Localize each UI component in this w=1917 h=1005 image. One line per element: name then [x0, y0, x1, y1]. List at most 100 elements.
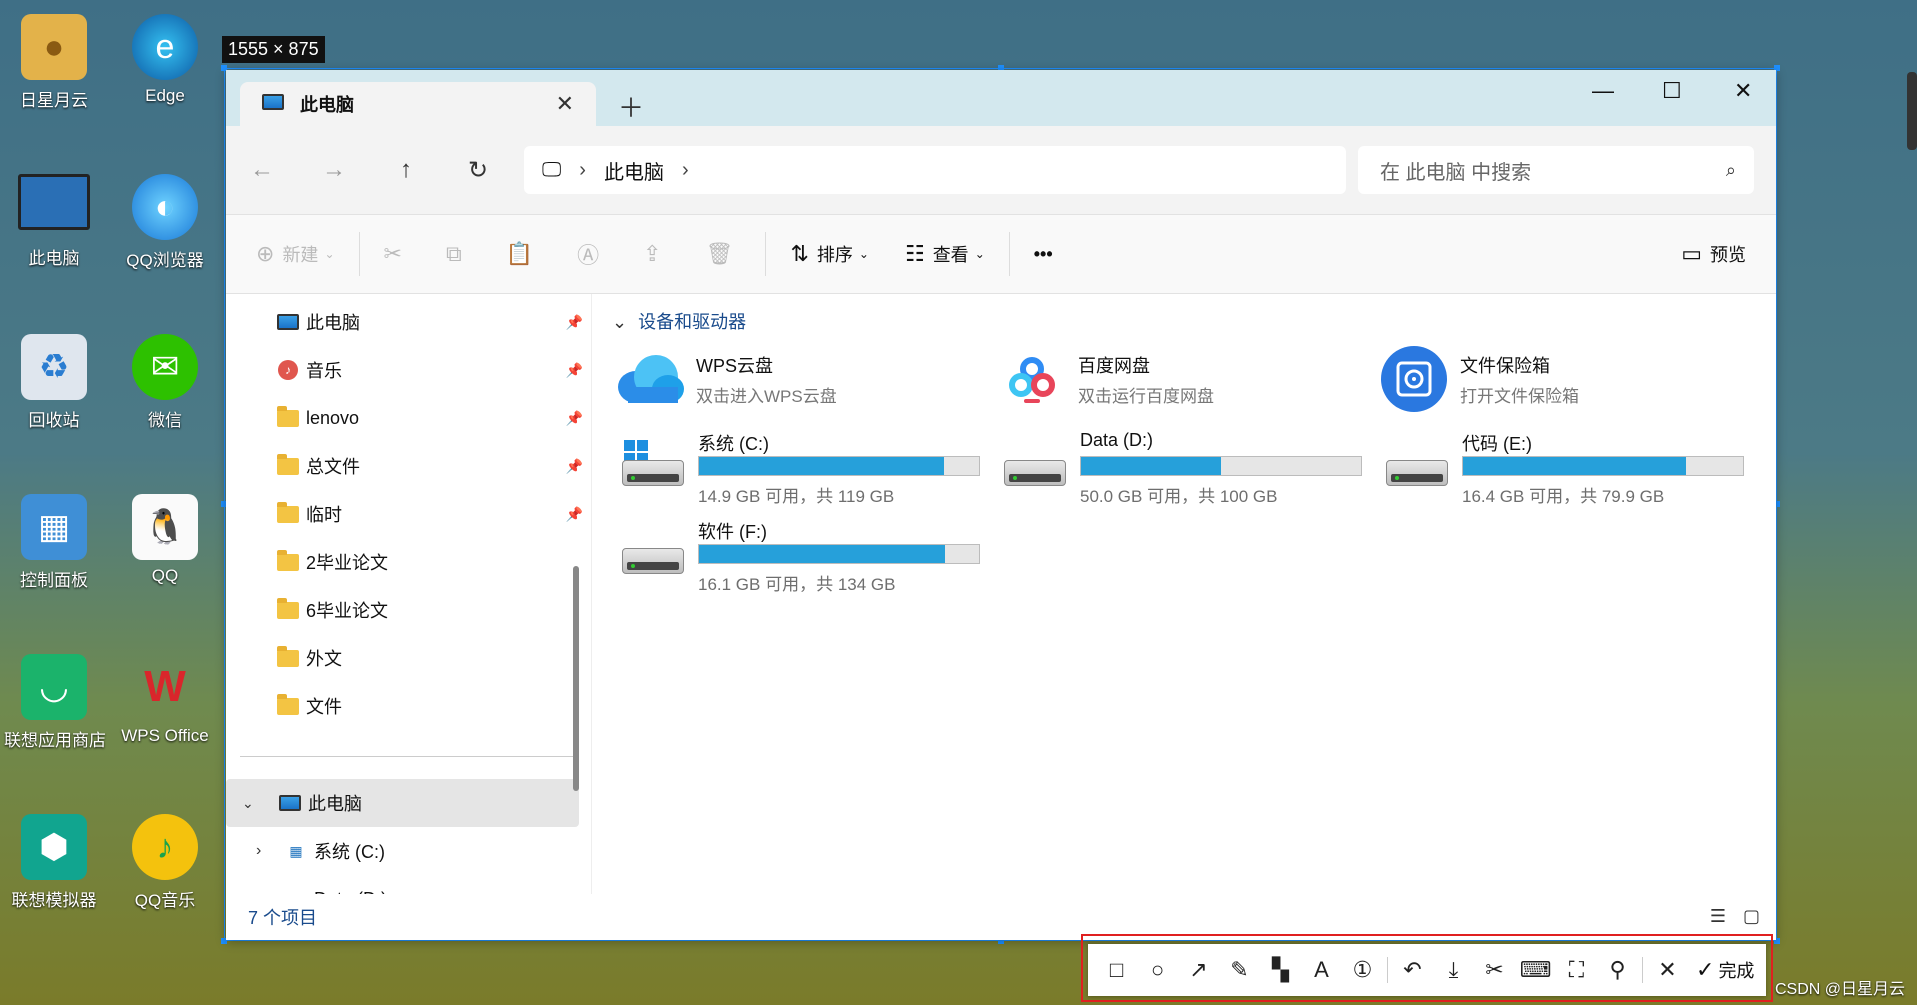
navigation-pane: 此电脑 📌 ♪ 音乐 📌 lenovo 📌 总文件 📌 临时 📌 2毕业论文 6… [226, 294, 591, 909]
baidu-netdisk-icon [994, 344, 1070, 414]
copy-icon: ⧉ [445, 241, 462, 266]
mosaic-icon[interactable]: ▚ [1260, 957, 1301, 983]
close-tab-icon[interactable]: ✕ [556, 91, 574, 117]
share-button[interactable]: ⇪ [625, 241, 687, 267]
preview-pane-button[interactable]: ▭ 预览 [1663, 241, 1776, 267]
rectangle-icon[interactable]: □ [1096, 957, 1137, 983]
minimize-icon[interactable]: — [1592, 78, 1614, 104]
nav-item-lenovo[interactable]: lenovo 📌 [226, 394, 591, 442]
drive-icon [622, 534, 686, 578]
toolbar-divider [358, 232, 360, 276]
desktop-icon-edge[interactable]: e Edge [115, 14, 215, 106]
drive-tile-c[interactable]: 系统 (C:) 14.9 GB 可用，共 119 GB [612, 430, 992, 506]
nav-item-this-pc[interactable]: 此电脑 📌 [226, 298, 591, 346]
pin-icon[interactable]: ⚲ [1597, 957, 1638, 983]
content-area: 此电脑 📌 ♪ 音乐 📌 lenovo 📌 总文件 📌 临时 📌 2毕业论文 6… [226, 294, 1776, 940]
forward-icon[interactable]: → [298, 156, 370, 184]
download-icon[interactable]: ⤓ [1433, 957, 1474, 983]
more-options-button[interactable]: ••• [1016, 244, 1071, 265]
tiles-view-icon[interactable]: ▢ [1743, 906, 1760, 926]
nav-scrollbar[interactable] [571, 294, 581, 894]
details-view-icon[interactable]: ☰ [1710, 906, 1726, 926]
cut-button[interactable]: ✂ [366, 241, 428, 267]
close-window-icon[interactable]: ✕ [1734, 78, 1752, 104]
number-marker-icon[interactable]: ① [1342, 957, 1383, 983]
chevron-right-icon[interactable]: › [579, 159, 586, 182]
paste-button[interactable]: 📋 [488, 241, 559, 267]
desktop-icon-wechat[interactable]: ✉ 微信 [115, 334, 215, 431]
section-header[interactable]: ⌄ 设备和驱动器 [612, 308, 746, 334]
drive-tile-d[interactable]: Data (D:) 50.0 GB 可用，共 100 GB [994, 430, 1374, 506]
copy-button[interactable]: ⧉ [428, 241, 488, 267]
translate-icon[interactable]: ⌨ [1515, 957, 1556, 983]
new-button-label: 新建 [282, 245, 319, 265]
app-desc: 打开文件保险箱 [1460, 386, 1579, 406]
trash-icon: 🗑 [705, 241, 734, 266]
desktop-icon-computer[interactable]: 此电脑 [4, 174, 104, 269]
preview-pane-icon: ▭ [1681, 241, 1702, 266]
wechat-icon: ✉ [132, 334, 198, 400]
nav-tree-drive-c[interactable]: › ▦ 系统 (C:) [226, 827, 591, 875]
toolbar-divider [1642, 957, 1643, 983]
desktop-icon-qq-browser[interactable]: ◐ QQ浏览器 [115, 174, 215, 271]
desktop-icon-control-panel[interactable]: ▦ 控制面板 [4, 494, 104, 591]
nav-item-thesis-2[interactable]: 2毕业论文 [226, 538, 591, 586]
scissors-icon[interactable]: ✂ [1474, 957, 1515, 983]
delete-button[interactable]: 🗑 [688, 241, 760, 267]
app-name: 文件保险箱 [1460, 355, 1550, 376]
drive-name: 系统 (C:) [698, 434, 769, 454]
desktop-icon-lenovo-store[interactable]: ◡ 联想应用商店 [4, 654, 106, 751]
desktop-icon-wps[interactable]: W WPS Office [115, 654, 215, 746]
scan-icon[interactable]: ⛶ [1556, 957, 1597, 983]
nav-item-all-files[interactable]: 总文件 📌 [226, 442, 591, 490]
breadcrumb[interactable]: 🖵 › 此电脑 › [524, 146, 1346, 194]
new-tab-icon[interactable]: ＋ [618, 88, 644, 125]
arrow-icon[interactable]: ↗ [1178, 957, 1219, 983]
drive-usage-bar [1462, 456, 1744, 476]
desktop-icon-lenovo-emulator[interactable]: ⬢ 联想模拟器 [4, 814, 104, 911]
text-icon[interactable]: A [1301, 957, 1342, 983]
desktop-icon-recycle-bin[interactable]: ♻ 回收站 [4, 334, 104, 431]
chevron-down-icon: ⌄ [324, 247, 335, 261]
folder-icon [276, 501, 300, 526]
scroll-thumb[interactable] [573, 566, 579, 791]
chevron-right-icon[interactable]: › [256, 842, 280, 860]
ellipse-icon[interactable]: ○ [1137, 957, 1178, 983]
refresh-icon[interactable]: ↻ [442, 156, 514, 185]
maximize-icon[interactable]: ☐ [1662, 78, 1682, 104]
nav-item-thesis-6[interactable]: 6毕业论文 [226, 586, 591, 634]
app-tile-wps-cloud[interactable]: WPS云盘 双击进入WPS云盘 [612, 342, 992, 416]
done-button[interactable]: ✓ 完成 [1696, 957, 1754, 983]
sort-button[interactable]: ⇅ 排序 ⌄ [772, 241, 887, 267]
view-button[interactable]: ☷ 查看 ⌄ [887, 241, 1003, 267]
desktop-icon-qq-music[interactable]: ♪ QQ音乐 [115, 814, 215, 911]
back-icon[interactable]: ← [226, 156, 298, 184]
drive-tile-e[interactable]: 代码 (E:) 16.4 GB 可用，共 79.9 GB [1376, 430, 1756, 506]
search-input[interactable]: 在 此电脑 中搜索 ⌕ [1358, 146, 1754, 194]
desktop-icon-label: 联想应用商店 [4, 731, 106, 750]
undo-icon[interactable]: ↶ [1392, 957, 1433, 983]
cancel-icon[interactable]: ✕ [1647, 957, 1688, 983]
app-tile-file-safe[interactable]: 文件保险箱 打开文件保险箱 [1376, 342, 1756, 416]
drive-tile-f[interactable]: 软件 (F:) 16.1 GB 可用，共 134 GB [612, 518, 992, 594]
breadcrumb-this-pc[interactable]: 此电脑 [604, 156, 664, 185]
app-tile-baidu-netdisk[interactable]: 百度网盘 双击运行百度网盘 [994, 342, 1374, 416]
nav-item-temp[interactable]: 临时 📌 [226, 490, 591, 538]
desktop-scrollbar[interactable] [1907, 72, 1917, 150]
desktop-icon-qq[interactable]: 🐧 QQ [115, 494, 215, 586]
nav-item-foreign[interactable]: 外文 [226, 634, 591, 682]
rename-button[interactable]: Ⓐ [559, 238, 625, 270]
chevron-right-icon[interactable]: › [682, 159, 689, 182]
chevron-down-icon[interactable]: ⌄ [242, 795, 266, 812]
app-desc: 双击运行百度网盘 [1078, 386, 1214, 406]
up-icon[interactable]: ↑ [370, 156, 442, 184]
drive-usage-fill [699, 457, 944, 475]
check-icon: ✓ [1696, 957, 1715, 982]
nav-item-files[interactable]: 文件 [226, 682, 591, 730]
nav-tree-this-pc[interactable]: ⌄ 此电脑 [226, 779, 579, 827]
pencil-icon[interactable]: ✎ [1219, 957, 1260, 983]
tab-this-pc[interactable]: 此电脑 ✕ [240, 82, 596, 126]
desktop-icon-user-folder[interactable]: ● 日星月云 [4, 14, 104, 111]
nav-item-music[interactable]: ♪ 音乐 📌 [226, 346, 591, 394]
new-button[interactable]: ⊕ 新建 ⌄ [226, 241, 353, 267]
